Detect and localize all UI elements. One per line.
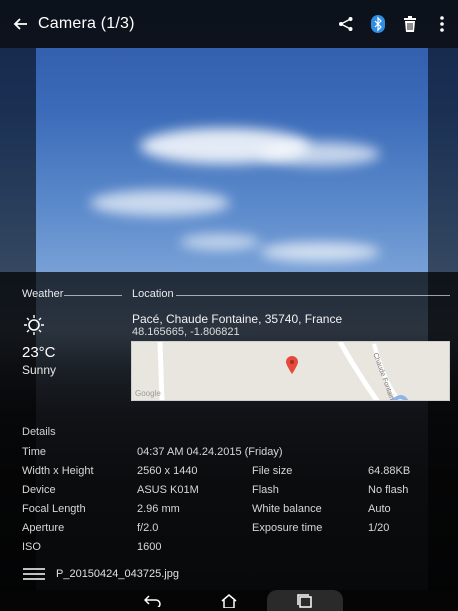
detail-value: 04:37 AM 04.24.2015 (Friday) [137,446,283,458]
cloud [90,190,230,216]
detail-label: Time [22,446,47,458]
delete-icon[interactable] [394,0,426,48]
detail-label: Device [22,484,56,496]
sun-icon [24,315,44,335]
back-icon[interactable] [10,14,30,34]
detail-label: Aperture [22,522,65,534]
details-section-label: Details [22,426,56,438]
detail-row: Device ASUS K01M Flash No flash [0,484,458,502]
location-map[interactable]: Google Chaude Fontaine [131,341,450,401]
bluetooth-icon[interactable] [362,0,394,48]
detail-value: 2.96 mm [137,503,180,515]
detail-value: 64.88KB [368,465,411,477]
detail-label: File size [252,465,293,477]
recent-apps-icon[interactable] [267,590,343,611]
divider [64,295,122,296]
detail-value: Auto [368,503,391,515]
detail-label: Width x Height [22,465,94,477]
detail-label: Focal Length [22,503,86,515]
divider [176,295,450,296]
detail-row: ISO 1600 [0,541,458,559]
detail-label: Exposure time [252,522,323,534]
weather-section-label: Weather [22,288,64,300]
location-coordinates: 48.165665, -1.806821 [132,326,240,338]
map-pin-icon [286,356,298,374]
detail-label: White balance [252,503,322,515]
detail-value: No flash [368,484,409,496]
file-name: P_20150424_043725.jpg [56,568,179,580]
page-title: Camera (1/3) [38,15,135,32]
detail-value: f/2.0 [137,522,159,534]
location-section-label: Location [132,288,174,300]
detail-value: 2560 x 1440 [137,465,198,477]
more-icon[interactable] [426,0,458,48]
drawer-toggle-icon[interactable] [22,567,46,581]
cloud [260,142,380,166]
map-brand-label: Google [135,389,161,398]
location-address: Pacé, Chaude Fontaine, 35740, France [132,312,343,326]
cloud [260,242,380,262]
detail-row: Aperture f/2.0 Exposure time 1/20 [0,522,458,540]
detail-value: ASUS K01M [137,484,199,496]
temperature: 23°C [22,344,56,361]
file-info[interactable]: P_20150424_043725.jpg [22,564,179,584]
cloud [180,234,260,250]
weather-condition: Sunny [22,363,57,377]
home-icon[interactable] [191,590,267,611]
detail-value: 1600 [137,541,162,553]
action-bar [330,0,458,48]
navigation-bar [0,590,458,611]
detail-row: Width x Height 2560 x 1440 File size 64.… [0,465,458,483]
detail-label: ISO [22,541,41,553]
share-icon[interactable] [330,0,362,48]
detail-row: Time 04:37 AM 04.24.2015 (Friday) [0,446,458,464]
app-bar: Camera (1/3) [0,0,458,48]
info-panel: Weather Location 23°C Sunny Pacé, Chaude… [0,272,458,590]
detail-row: Focal Length 2.96 mm White balance Auto [0,503,458,521]
back-nav-icon[interactable] [115,590,191,611]
detail-label: Flash [252,484,279,496]
detail-value: 1/20 [368,522,390,534]
